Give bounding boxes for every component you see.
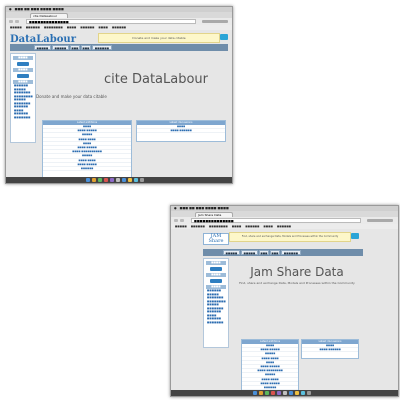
nav-item-4[interactable]: ■■■ [270,250,280,255]
list-item[interactable]: ■■■■ ■■■■■■ [302,348,358,353]
web-page: JAM Share Find, share and exchange Data,… [171,229,398,396]
main-nav: ■■■■■ ■■■■■ ■■■ ■■■ ■■■■■■ [10,44,228,51]
toolbar-icons[interactable] [367,219,393,222]
dock-icon[interactable] [253,391,257,395]
panel-latest-discussions: Latest discussions ■■■■ ■■■■ ■■■■■■ [301,339,359,359]
dock-icon[interactable] [307,391,311,395]
nav-item-1[interactable]: ■■■■■ [223,250,240,255]
nav-item-5[interactable]: ■■■■■■ [281,250,301,255]
dock-icon[interactable] [128,178,132,182]
hero-title: cite DataLabour [103,72,209,87]
nav-item-1[interactable]: ■■■■■ [34,45,51,50]
sidebar: ■■■■ ■■■■ ■■■■ ■■■■■■ ■■■■■ ■■■■■■■ ■■■■… [203,258,229,348]
hero-subtitle: Donate and make your data citable [36,94,107,99]
dock-icon[interactable] [110,178,114,182]
dock-icon[interactable] [259,391,263,395]
dock-icon[interactable] [271,391,275,395]
nav-item-3[interactable]: ■■■ [70,45,80,50]
panel-latest-additions: Latest additions ■■■■ ■■■■ ■■■■■ ■■■■■ ■… [42,120,132,182]
sidebar-section-header: ■■■■ [13,56,33,60]
sidebar-link[interactable]: ■■■■■■■ [11,116,35,120]
sidebar: ■■■■ ■■■■ ■■■■ ■■■■■■ ■■■■■ ■■■■■■■ ■■■■… [10,53,36,143]
dock-icon[interactable] [265,391,269,395]
screenshot-b: ● ■■■ ■■ ■■■ ■■■■ ■■■■ Jam Share Data ■■■… [170,205,399,397]
hero-subtitle: Find, share and exchange Data, Models an… [239,281,355,285]
share-button[interactable] [220,34,228,40]
nav-item-3[interactable]: ■■■ [259,250,269,255]
sidebar-section-header: ■■■■ [13,68,33,72]
dock-icon[interactable] [92,178,96,182]
sidebar-button-2[interactable] [17,74,29,78]
forward-icon[interactable] [15,20,19,23]
sidebar-link[interactable]: ■■■■■■■ [204,321,228,325]
screenshot-a: ● ■■■ ■■ ■■■ ■■■■ ■■■■ cite DataLabour ■■… [5,6,233,184]
sidebar-button-1[interactable] [210,267,222,271]
sidebar-section-header: ■■■■ [206,273,226,277]
sidebar-button-2[interactable] [210,279,222,283]
panel-latest-discussions: Latest discussions ■■■■ ■■■■ ■■■■■■ [136,120,226,142]
notice-banner: Find, share and exchange Data, Models an… [229,232,351,242]
address-bar[interactable]: ■■■■■■■■■■■■■■ [26,19,196,24]
hero-title: Jam Share Data [250,265,344,279]
dock-icon[interactable] [104,178,108,182]
address-bar[interactable]: ■■■■■■■■■■■■■■ [191,218,361,223]
dock-icon[interactable] [277,391,281,395]
nav-item-4[interactable]: ■■■ [81,45,91,50]
dock-icon[interactable] [116,178,120,182]
dock-icon[interactable] [301,391,305,395]
list-item[interactable]: ■■■■■■ [43,167,131,172]
list-item[interactable]: ■■■■ ■■■■■■ [137,129,225,134]
web-page: DataLabour Donate and make your data cit… [6,30,232,182]
back-icon[interactable] [174,219,178,222]
dock-icon[interactable] [289,391,293,395]
forward-icon[interactable] [180,219,184,222]
dock-icon[interactable] [134,178,138,182]
nav-item-5[interactable]: ■■■■■■ [92,45,112,50]
nav-item-2[interactable]: ■■■■■ [52,45,69,50]
share-button[interactable] [351,233,359,239]
dock-icon[interactable] [122,178,126,182]
main-nav: ■■■■■ ■■■■■ ■■■ ■■■ ■■■■■■ [203,249,363,256]
dock-icon[interactable] [98,178,102,182]
dock-icon[interactable] [283,391,287,395]
os-dock [171,390,398,396]
toolbar-icons[interactable] [202,20,228,23]
dock-icon[interactable] [140,178,144,182]
os-dock [6,177,232,183]
nav-item-2[interactable]: ■■■■■ [241,250,258,255]
dock-icon[interactable] [295,391,299,395]
panel-latest-additions: Latest additions ■■■■ ■■■■ ■■■■■ ■■■■■ ■… [241,339,299,396]
back-icon[interactable] [9,20,13,23]
dock-icon[interactable] [86,178,90,182]
sidebar-section-header: ■■■■ [206,261,226,265]
notice-banner: Donate and make your data citable [98,33,220,43]
sidebar-button-1[interactable] [17,62,29,66]
site-logo[interactable]: JAM Share [203,233,229,245]
